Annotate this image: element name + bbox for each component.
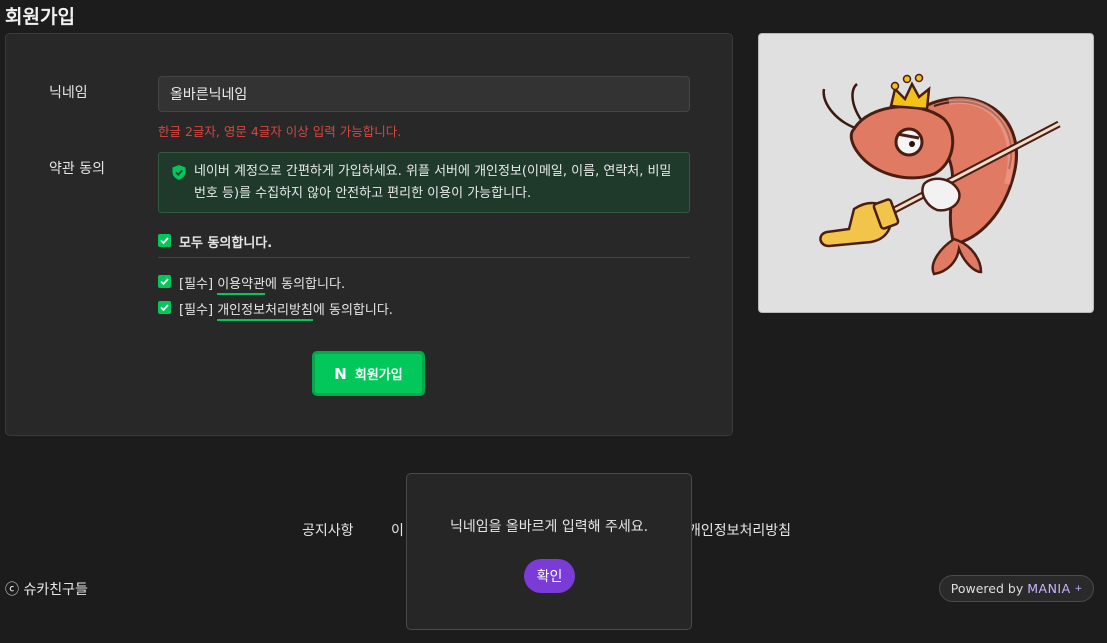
- confirm-button[interactable]: 확인: [524, 559, 575, 593]
- info-text: 네이버 계정으로 간편하게 가입하세요. 위플 서버에 개인정보(이메일, 이름…: [194, 164, 672, 201]
- agree-terms-checkbox[interactable]: [158, 275, 171, 288]
- naver-logo-icon: N: [334, 364, 347, 383]
- mania-plus-mark: +: [1074, 583, 1083, 594]
- agree-privacy-label: [필수] 개인정보처리방침에 동의합니다.: [179, 299, 393, 321]
- powered-by-badge[interactable]: Powered by MANIA +: [939, 575, 1094, 602]
- terms-label: 약관 동의: [49, 161, 105, 177]
- alert-dialog: 닉네임을 올바르게 입력해 주세요. 확인: [406, 473, 692, 630]
- nickname-label: 닉네임: [49, 85, 88, 101]
- privacy-link[interactable]: 개인정보처리방침: [217, 303, 313, 321]
- dialog-message: 닉네임을 올바르게 입력해 주세요.: [449, 519, 649, 535]
- signup-form-card: 닉네임 한글 2글자, 영문 4글자 이상 입력 가능합니다. 약관 동의 네이…: [5, 33, 733, 436]
- terms-link[interactable]: 이용약관: [217, 277, 266, 295]
- agree-terms-suffix: 에 동의합니다.: [265, 277, 346, 292]
- shield-check-icon: [172, 165, 186, 180]
- checkmark-icon: [160, 278, 169, 286]
- agree-terms-label: [필수] 이용약관에 동의합니다.: [179, 273, 346, 295]
- checkmark-icon: [160, 237, 169, 245]
- footer-link-partial[interactable]: 이: [391, 520, 404, 540]
- agree-privacy-suffix: 에 동의합니다.: [312, 303, 393, 318]
- nickname-error: 한글 2글자, 영문 4글자 이상 입력 가능합니다.: [158, 124, 402, 139]
- agree-all-checkbox[interactable]: [158, 234, 171, 247]
- mascot-illustration: [758, 33, 1094, 313]
- shrimp-mascot-icon: [819, 73, 1061, 276]
- footer-link-privacy[interactable]: 개인정보처리방침: [688, 520, 791, 540]
- agree-terms-prefix: [필수]: [179, 277, 218, 292]
- nickname-input[interactable]: [158, 76, 690, 112]
- agree-privacy-checkbox[interactable]: [158, 301, 171, 314]
- copyright-text: ⓒ 슈카친구들: [5, 582, 88, 598]
- footer-link-notice[interactable]: 공지사항: [302, 520, 354, 540]
- mania-brand: MANIA: [1027, 581, 1071, 596]
- agree-all-label[interactable]: 모두 동의합니다.: [179, 232, 272, 251]
- checkmark-icon: [160, 304, 169, 312]
- page-title: 회원가입: [5, 6, 75, 28]
- naver-signup-button[interactable]: N 회원가입: [312, 351, 425, 396]
- signup-button-label: 회원가입: [354, 368, 403, 383]
- agree-privacy-prefix: [필수]: [179, 303, 218, 318]
- powered-by-prefix: Powered by: [950, 581, 1024, 596]
- info-notice: 네이버 계정으로 간편하게 가입하세요. 위플 서버에 개인정보(이메일, 이름…: [158, 152, 690, 213]
- divider: [158, 257, 690, 258]
